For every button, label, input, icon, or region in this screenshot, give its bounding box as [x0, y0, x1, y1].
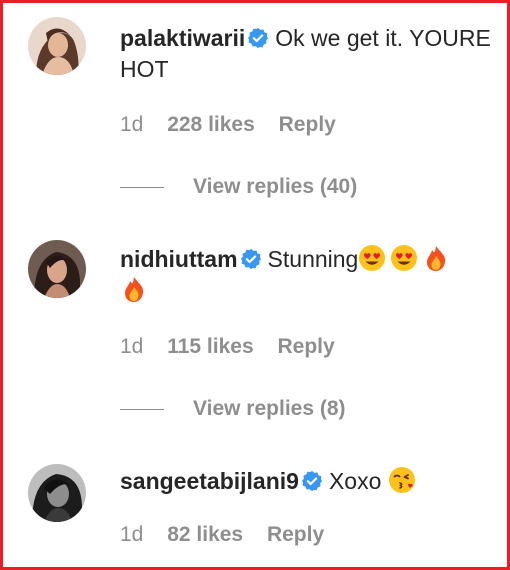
- comments-panel: palaktiwarii Ok we get it. YOURE HOT 1d 2…: [0, 0, 510, 570]
- comment-meta: 1d 82 likes Reply: [120, 523, 342, 547]
- comment-username[interactable]: nidhiuttam: [120, 246, 238, 272]
- comment-text: Xoxo: [328, 468, 382, 494]
- comment-time: 1d: [120, 523, 144, 546]
- fire-emoji-icon: [422, 244, 450, 272]
- comment-body: nidhiuttam Stunning: [120, 244, 503, 306]
- likes-count[interactable]: 115 likes: [167, 335, 253, 358]
- likes-count[interactable]: 82 likes: [167, 523, 243, 546]
- comment-meta: 1d 228 likes Reply: [120, 113, 354, 137]
- avatar-nidhiuttam[interactable]: [28, 240, 86, 298]
- view-replies-button[interactable]: View replies (40): [120, 175, 357, 199]
- comment-username[interactable]: sangeetabijlani9: [120, 468, 299, 494]
- avatar-palaktiwarii[interactable]: [28, 17, 86, 75]
- reply-button[interactable]: Reply: [277, 335, 334, 358]
- divider-line: [120, 408, 164, 410]
- reply-button[interactable]: Reply: [279, 113, 336, 136]
- kiss-emoji-icon: [388, 466, 416, 494]
- comment-body: palaktiwarii Ok we get it. YOURE HOT: [120, 23, 503, 85]
- heart-eyes-emoji-icon: [390, 244, 418, 272]
- comment-text: Stunning: [267, 246, 359, 272]
- view-replies-label: View replies (8): [193, 397, 346, 420]
- view-replies-button[interactable]: View replies (8): [120, 397, 346, 421]
- verified-badge-icon: [301, 469, 323, 492]
- verified-badge-icon: [247, 26, 269, 49]
- comment-time: 1d: [120, 335, 144, 358]
- comment-username[interactable]: palaktiwarii: [120, 25, 245, 51]
- comment-body: sangeetabijlani9 Xoxo: [120, 466, 503, 497]
- comment-time: 1d: [120, 113, 144, 136]
- heart-eyes-emoji-icon: [358, 244, 386, 272]
- avatar-sangeetabijlani9[interactable]: [28, 464, 86, 522]
- view-replies-label: View replies (40): [193, 175, 358, 198]
- divider-line: [120, 186, 164, 188]
- verified-badge-icon: [240, 247, 262, 270]
- fire-emoji-icon: [120, 275, 148, 303]
- comment-meta: 1d 115 likes Reply: [120, 335, 353, 359]
- likes-count[interactable]: 228 likes: [167, 113, 255, 136]
- reply-button[interactable]: Reply: [267, 523, 324, 546]
